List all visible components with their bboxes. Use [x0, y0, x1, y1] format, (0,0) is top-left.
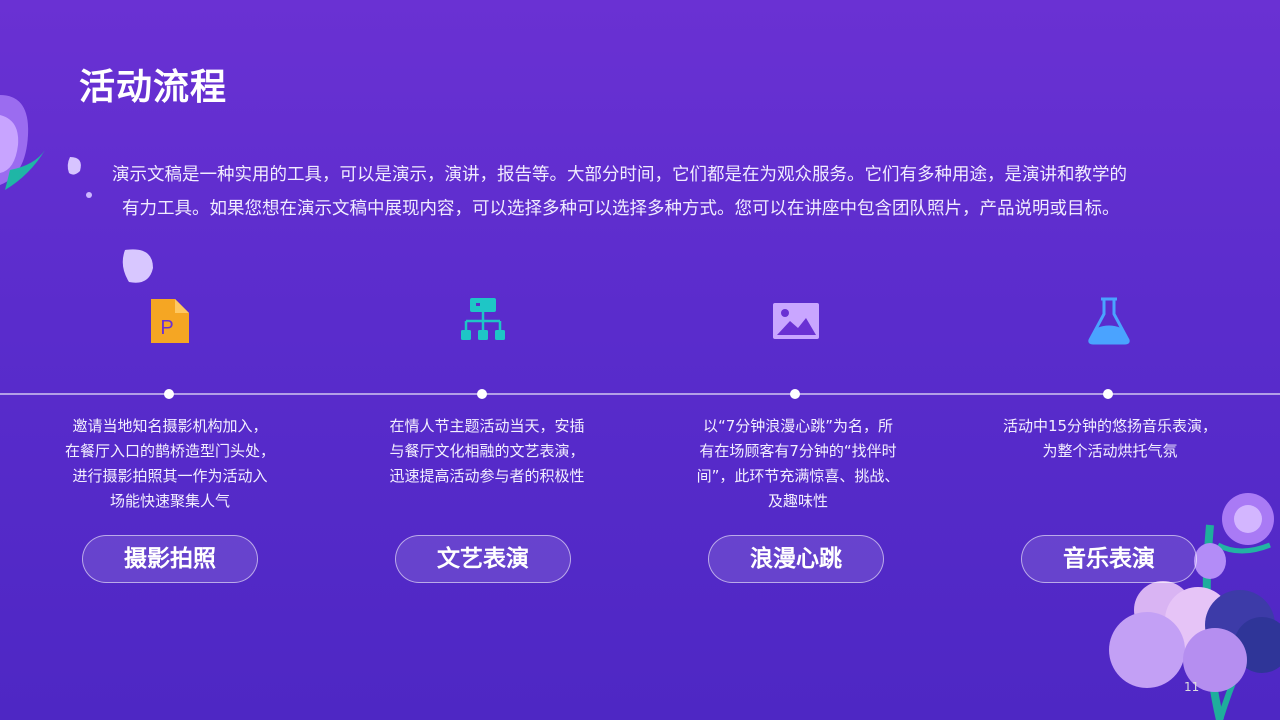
- desc-line: 邀请当地知名摄影机构加入，: [72, 417, 268, 435]
- image-icon: [773, 303, 819, 339]
- file-p-icon: P: [151, 299, 189, 343]
- desc-line: 及趣味性: [767, 492, 828, 510]
- timeline-dot: [477, 389, 487, 399]
- org-chart-icon: [461, 298, 505, 340]
- svg-text:P: P: [160, 317, 173, 339]
- step-label-performance: 文艺表演: [395, 535, 571, 583]
- petal-decoration: [122, 249, 153, 283]
- rose-decoration-left: [0, 95, 45, 190]
- desc-line: 与餐厅文化相融的文艺表演，: [389, 442, 585, 460]
- desc-line: 有在场顾客有7分钟的“找伴时: [699, 442, 897, 460]
- petal-decoration: [86, 192, 92, 198]
- page-title: 活动流程: [79, 67, 228, 108]
- intro-paragraph: 演示文稿是一种实用的工具，可以是演示，演讲，报告等。大部分时间，它们都是在为观众…: [112, 158, 1212, 226]
- step-label-photography: 摄影拍照: [82, 535, 258, 583]
- desc-line: 迅速提高活动参与者的积极性: [389, 467, 585, 485]
- desc-line: 间”，此环节充满惊喜、挑战、: [696, 467, 900, 485]
- petal-decoration: [67, 157, 81, 175]
- timeline-line: [0, 393, 1280, 395]
- desc-line: 为整个活动烘托气氛: [1042, 442, 1178, 460]
- desc-line: 进行摄影拍照其一作为活动入: [72, 467, 268, 485]
- intro-line: 演示文稿是一种实用的工具，可以是演示，演讲，报告等。大部分时间，它们都是在为观众…: [112, 165, 1127, 185]
- flask-icon: [1088, 297, 1130, 345]
- step-description: 以“7分钟浪漫心跳”为名，所 有在场顾客有7分钟的“找伴时 间”，此环节充满惊喜…: [678, 414, 918, 514]
- step-description: 在情人节主题活动当天，安插 与餐厅文化相融的文艺表演， 迅速提高活动参与者的积极…: [367, 414, 607, 489]
- intro-line: 有力工具。如果您想在演示文稿中展现内容，可以选择多种可以选择多种方式。您可以在讲…: [122, 199, 1120, 219]
- desc-line: 以“7分钟浪漫心跳”为名，所: [702, 417, 894, 435]
- desc-line: 在情人节主题活动当天，安插: [389, 417, 585, 435]
- step-label-heartbeat: 浪漫心跳: [708, 535, 884, 583]
- step-description: 邀请当地知名摄影机构加入， 在餐厅入口的鹊桥造型门头处， 进行摄影拍照其一作为活…: [50, 414, 290, 514]
- timeline-dot: [790, 389, 800, 399]
- desc-line: 场能快速聚集人气: [109, 492, 230, 510]
- page-number: 11: [1184, 680, 1200, 694]
- timeline-dot: [164, 389, 174, 399]
- timeline-dot: [1103, 389, 1113, 399]
- desc-line: 活动中15分钟的悠扬音乐表演，: [1002, 417, 1218, 435]
- step-label-music: 音乐表演: [1021, 535, 1197, 583]
- step-description: 活动中15分钟的悠扬音乐表演， 为整个活动烘托气氛: [990, 414, 1230, 464]
- desc-line: 在餐厅入口的鹊桥造型门头处，: [64, 442, 275, 460]
